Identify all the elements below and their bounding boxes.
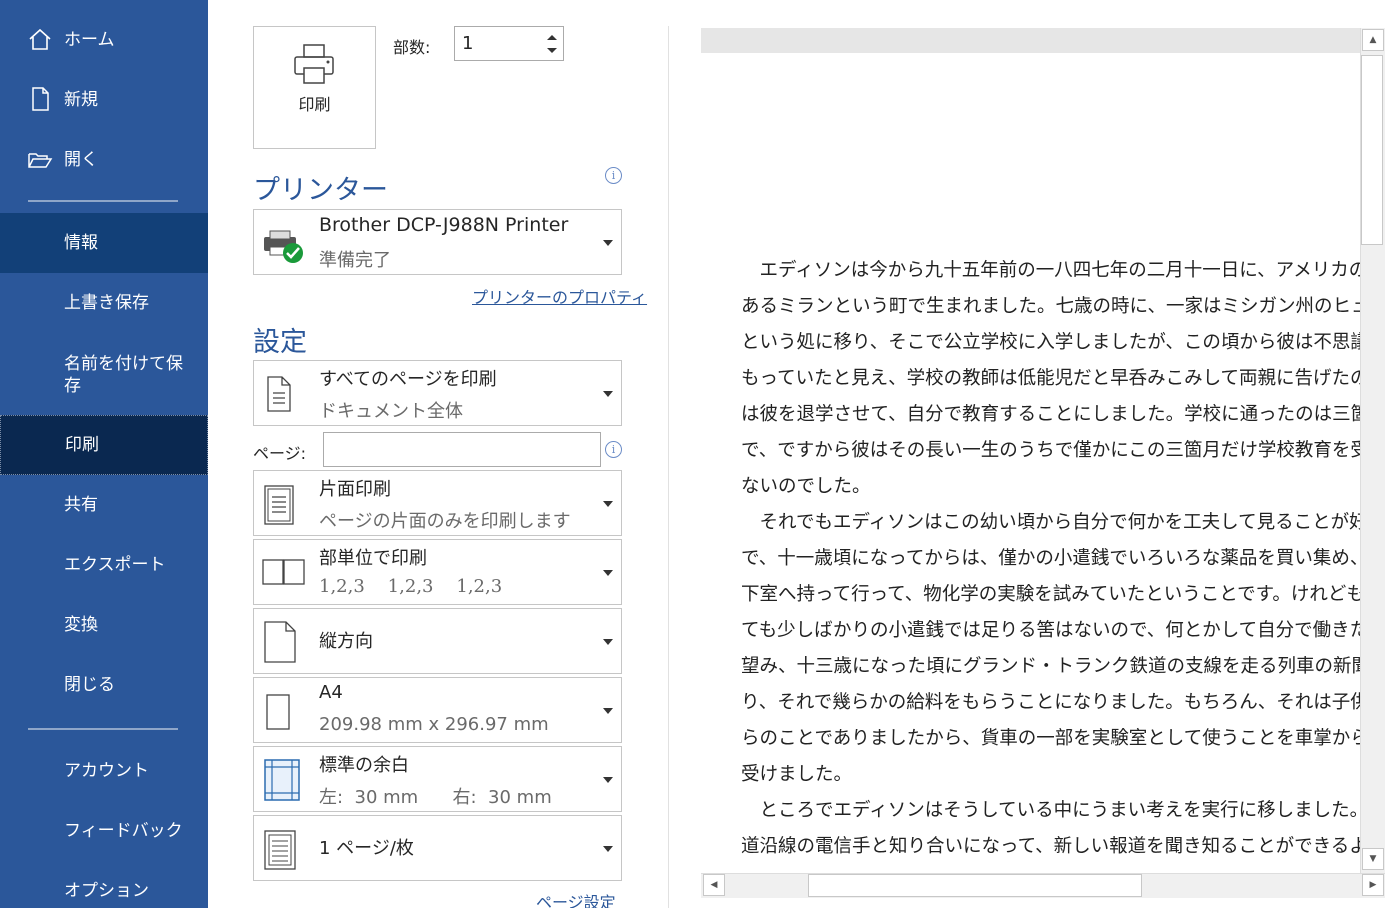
info-icon[interactable]: i	[605, 441, 622, 458]
sidebar-item-feedback[interactable]: フィードバック	[0, 801, 208, 861]
sidebar-item-label: 開く	[64, 150, 98, 170]
sidebar-item-label: フィードバック	[64, 821, 183, 841]
pages-per-sheet-title: 1 ページ/枚	[319, 838, 414, 859]
pages-per-sheet-dropdown[interactable]: 1 ページ/枚	[253, 815, 622, 881]
chevron-down-icon	[603, 570, 613, 576]
pages-input[interactable]	[323, 432, 601, 467]
printer-section-title: プリンター	[253, 175, 388, 206]
margins-icon	[264, 759, 300, 801]
copies-value: 1	[462, 33, 474, 54]
printer-ready-icon	[264, 230, 303, 263]
scroll-down-icon[interactable]: ▼	[1362, 848, 1384, 870]
margins-sub: 左: 30 mm 右: 30 mm	[319, 787, 552, 808]
chevron-down-icon	[603, 501, 613, 507]
sidebar-item-label: オプション	[64, 881, 149, 901]
page-setup-link[interactable]: ページ設定	[536, 889, 616, 908]
sidebar-item-label: 変換	[64, 615, 98, 635]
pane-divider	[668, 26, 669, 908]
sidebar-item-options[interactable]: オプション	[0, 861, 208, 908]
chevron-down-icon	[603, 240, 613, 246]
sidebar-item-label: 印刷	[65, 435, 99, 455]
print-preview: エディソンは今から九十五年前の一八四七年の二月十一日に、アメリカの あるミランと…	[701, 28, 1360, 873]
sidebar-divider	[28, 200, 178, 202]
pages-per-sheet-icon	[264, 830, 296, 870]
sidebar-item-export[interactable]: エクスポート	[0, 535, 208, 595]
orientation-title: 縦方向	[319, 631, 373, 652]
horizontal-scroll-thumb[interactable]	[808, 874, 1142, 897]
backstage-view: ホーム 新規 開く 情報 上書き保存 名前を付けて保存 印刷 共有 エクスポート	[0, 0, 1389, 908]
sidebar-item-label: 情報	[64, 233, 98, 253]
sides-sub: ページの片面のみを印刷します	[319, 511, 571, 532]
chevron-down-icon	[603, 391, 613, 397]
sidebar-item-info[interactable]: 情報	[0, 213, 208, 273]
sidebar-item-close[interactable]: 閉じる	[0, 655, 208, 715]
backstage-sidebar: ホーム 新規 開く 情報 上書き保存 名前を付けて保存 印刷 共有 エクスポート	[0, 0, 208, 908]
print-range-title: すべてのページを印刷	[319, 369, 497, 390]
collated-icon	[262, 559, 305, 585]
margins-title: 標準の余白	[319, 755, 409, 776]
folder-open-icon	[28, 153, 53, 168]
orientation-dropdown[interactable]: 縦方向	[253, 608, 622, 674]
sides-dropdown[interactable]: 片面印刷 ページの片面のみを印刷します	[253, 470, 622, 536]
print-button-label: 印刷	[298, 95, 331, 114]
info-icon[interactable]: i	[605, 167, 622, 184]
chevron-down-icon	[603, 639, 613, 645]
printer-status: 準備完了	[319, 250, 391, 271]
portrait-icon	[264, 621, 296, 663]
paper-size-dropdown[interactable]: A4 209.98 mm x 296.97 mm	[253, 677, 622, 743]
vertical-scroll-thumb[interactable]	[1361, 55, 1383, 245]
document-pages-icon	[267, 376, 291, 412]
margins-dropdown[interactable]: 標準の余白 左: 30 mm 右: 30 mm	[253, 746, 622, 812]
collate-dropdown[interactable]: 部単位で印刷 1,2,3 1,2,3 1,2,3	[253, 539, 622, 605]
sidebar-item-label: エクスポート	[64, 555, 166, 575]
pages-label: ページ:	[253, 444, 307, 463]
copies-spinner[interactable]: 1	[454, 26, 564, 61]
sidebar-item-label: 共有	[64, 495, 98, 515]
sidebar-item-save-as[interactable]: 名前を付けて保存	[0, 335, 208, 415]
sidebar-item-label: 上書き保存	[64, 293, 149, 313]
collate-sub: 1,2,3 1,2,3 1,2,3	[319, 576, 503, 597]
printer-properties-link[interactable]: プリンターのプロパティ	[472, 284, 647, 308]
paper-size-sub: 209.98 mm x 296.97 mm	[319, 714, 549, 735]
sidebar-item-home[interactable]: ホーム	[0, 10, 208, 70]
sidebar-item-label: ホーム	[64, 30, 115, 50]
collate-title: 部単位で印刷	[319, 548, 427, 569]
one-sided-icon	[264, 485, 294, 525]
sidebar-item-share[interactable]: 共有	[0, 475, 208, 535]
preview-page: エディソンは今から九十五年前の一八四七年の二月十一日に、アメリカの あるミランと…	[701, 53, 1360, 873]
sidebar-item-account[interactable]: アカウント	[0, 741, 208, 801]
sidebar-item-transform[interactable]: 変換	[0, 595, 208, 655]
sidebar-item-label: 名前を付けて保存	[64, 354, 183, 396]
chevron-down-icon	[603, 846, 613, 852]
copies-label: 部数:	[393, 38, 431, 57]
printer-name: Brother DCP-J988N Printer	[319, 214, 569, 236]
spinner-arrows-icon[interactable]	[546, 32, 558, 56]
printer-dropdown[interactable]: Brother DCP-J988N Printer 準備完了	[253, 209, 622, 275]
print-button[interactable]: 印刷	[253, 26, 376, 149]
sidebar-item-label: アカウント	[64, 761, 149, 781]
sidebar-item-save[interactable]: 上書き保存	[0, 273, 208, 333]
chevron-down-icon	[603, 708, 613, 714]
sidebar-item-open[interactable]: 開く	[0, 130, 208, 190]
sides-title: 片面印刷	[319, 479, 391, 500]
printer-icon	[294, 44, 334, 84]
sidebar-item-label: 新規	[64, 90, 98, 110]
scroll-up-icon[interactable]: ▲	[1362, 29, 1384, 51]
sidebar-divider	[28, 728, 178, 730]
settings-section-title: 設定	[253, 327, 307, 358]
paper-size-title: A4	[319, 682, 343, 703]
scroll-left-icon[interactable]: ◀	[703, 874, 725, 896]
sidebar-item-label: 閉じる	[64, 675, 115, 695]
sidebar-item-new[interactable]: 新規	[0, 70, 208, 130]
sidebar-item-print[interactable]: 印刷	[0, 415, 208, 475]
chevron-down-icon	[603, 777, 613, 783]
new-document-icon	[32, 87, 49, 111]
paper-size-icon	[266, 694, 290, 730]
print-range-dropdown[interactable]: すべてのページを印刷 ドキュメント全体	[253, 360, 622, 426]
preview-document-text: エディソンは今から九十五年前の一八四七年の二月十一日に、アメリカの あるミランと…	[741, 260, 1360, 857]
scroll-right-icon[interactable]: ▶	[1362, 874, 1384, 896]
home-icon	[29, 28, 51, 50]
print-range-sub: ドキュメント全体	[319, 401, 463, 422]
